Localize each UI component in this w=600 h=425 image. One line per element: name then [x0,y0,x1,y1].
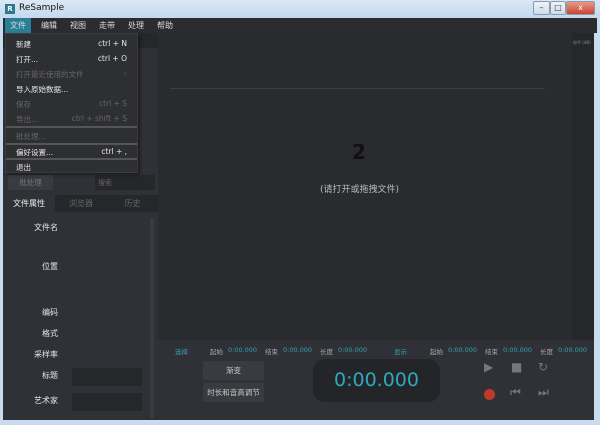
menu-item-recent[interactable]: 打开最近使用的文件 [16,69,84,80]
menu-item-import-raw[interactable]: 导入原始数据... [16,84,68,95]
stop-icon[interactable]: ■ [511,360,522,374]
time-display: 0:00.000 [313,359,440,402]
title-bar [0,0,600,18]
disp-end-label: 结束 [485,348,498,356]
play-icon[interactable]: ▶ [484,360,493,374]
search-input[interactable]: 搜索 [95,175,155,190]
prop-encoding-label: 编码 [42,308,58,317]
disp-length-label: 长度 [540,348,553,356]
menu-item-preferences[interactable]: 偏好设置... [16,147,53,158]
tab-browser[interactable]: 浏览器 [55,195,107,212]
shortcut-export: ctrl + shift + S [71,114,127,123]
file-menu-dropdown: 新建 ctrl + N 打开... ctrl + O 打开最近使用的文件 › 导… [5,33,138,173]
menu-item-exit[interactable]: 退出 [16,162,31,173]
app-logo-icon: R [5,4,15,14]
menu-bar: 文件 编辑 视图 走带 处理 帮助 [3,18,597,33]
sel-start-label: 起始 [210,348,223,356]
level-meter [572,33,594,340]
minimize-button[interactable]: – [533,1,550,15]
tab-history[interactable]: 历史 [107,195,158,212]
menu-help[interactable]: 帮助 [152,18,178,33]
shortcut-preferences: ctrl + , [101,147,127,156]
sel-end-value: 0:00.000 [283,346,313,354]
close-button[interactable]: x [566,1,595,15]
disp-start-value: 0:00.000 [448,346,478,354]
loop-icon[interactable]: ↻ [538,360,548,374]
meter-label: 电平 (dB) [573,40,591,45]
maximize-button[interactable]: □ [550,1,566,15]
selection-label: 选择 [175,348,188,356]
batch-button[interactable]: 批处理 [8,175,53,190]
prop-samplerate-label: 采样率 [34,350,58,359]
menu-view[interactable]: 视图 [65,18,91,33]
menu-separator [6,126,137,128]
fade-button[interactable]: 渐变 [203,361,264,380]
prop-artist-label: 艺术家 [34,396,58,405]
prop-filename-label: 文件名 [34,223,58,232]
record-icon[interactable] [484,389,495,400]
artist-field[interactable] [72,393,142,411]
title-field[interactable] [72,368,142,386]
menu-item-open[interactable]: 打开... [16,54,38,65]
disp-end-value: 0:00.000 [503,346,533,354]
divider [170,88,545,89]
disp-length-value: 0:00.000 [558,346,588,354]
sel-length-value: 0:00.000 [338,346,368,354]
prop-format-label: 格式 [42,329,58,338]
menu-item-batch[interactable]: 批处理... [16,131,46,142]
disp-start-label: 起始 [430,348,443,356]
empty-message: (请打开或拖拽文件) [320,185,400,195]
display-label: 显示 [394,348,407,356]
prop-title-label: 标题 [42,371,58,380]
prop-location-label: 位置 [42,262,58,271]
sel-length-label: 长度 [320,348,333,356]
menu-file[interactable]: 文件 [5,18,31,33]
menu-item-export[interactable]: 导出... [16,114,38,125]
sel-start-value: 0:00.000 [228,346,258,354]
sel-end-label: 结束 [265,348,278,356]
scrollbar[interactable] [150,218,154,418]
tab-file-properties[interactable]: 文件属性 [3,195,55,212]
shortcut-open: ctrl + O [97,54,127,63]
menu-process[interactable]: 处理 [123,18,149,33]
shortcut-save: ctrl + S [98,99,127,108]
menu-edit[interactable]: 编辑 [36,18,62,33]
skip-back-icon[interactable]: ⏮ [510,385,521,400]
skip-forward-icon[interactable]: ⏭ [538,385,549,400]
tempo-pitch-button[interactable]: 时长和音高调节 [203,383,264,402]
menu-item-save[interactable]: 保存 [16,99,31,110]
menu-separator [6,158,137,160]
drop-file-icon: 2 [352,140,366,164]
window-title: ReSample [19,3,65,13]
menu-separator [6,143,137,145]
menu-transport[interactable]: 走带 [94,18,120,33]
shortcut-new: ctrl + N [98,39,127,48]
submenu-arrow-icon: › [124,69,127,78]
menu-item-new[interactable]: 新建 [16,39,31,50]
